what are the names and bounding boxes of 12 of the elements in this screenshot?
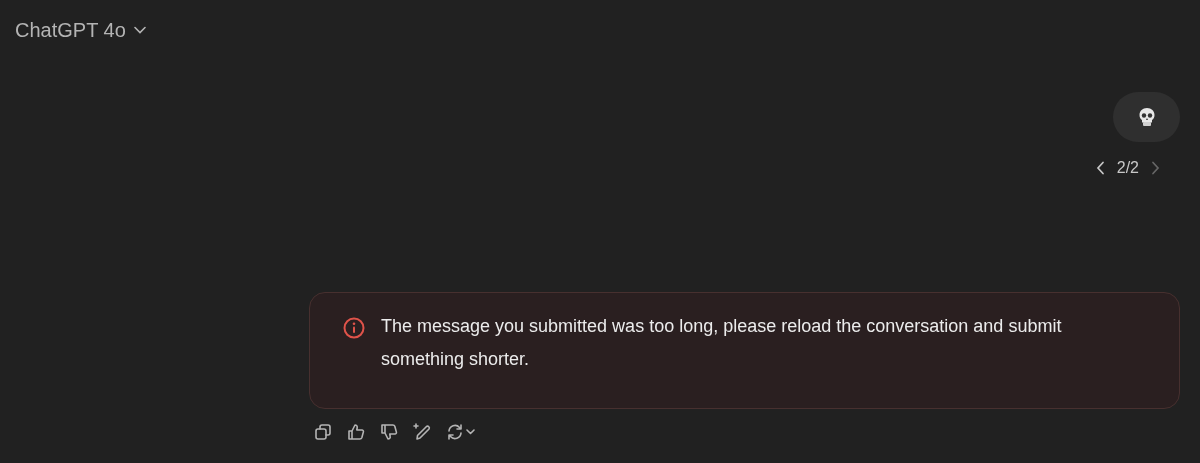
thumbs-up-icon[interactable] [346, 422, 366, 442]
page-counter: 2/2 [1116, 158, 1139, 178]
regenerate-icon[interactable] [445, 422, 475, 442]
thumbs-down-icon[interactable] [379, 422, 399, 442]
copy-icon[interactable] [313, 422, 333, 442]
error-text: The message you submitted was too long, please reload the conversation and submit something shorter. [381, 315, 1063, 371]
chevron-down-icon[interactable] [133, 26, 146, 34]
sparkle-pencil-icon[interactable] [412, 422, 432, 442]
chevron-left-icon[interactable] [1095, 161, 1105, 175]
model-name[interactable]: ChatGPT 4o [15, 16, 126, 44]
skull-icon [1137, 107, 1156, 127]
info-icon [343, 317, 365, 339]
